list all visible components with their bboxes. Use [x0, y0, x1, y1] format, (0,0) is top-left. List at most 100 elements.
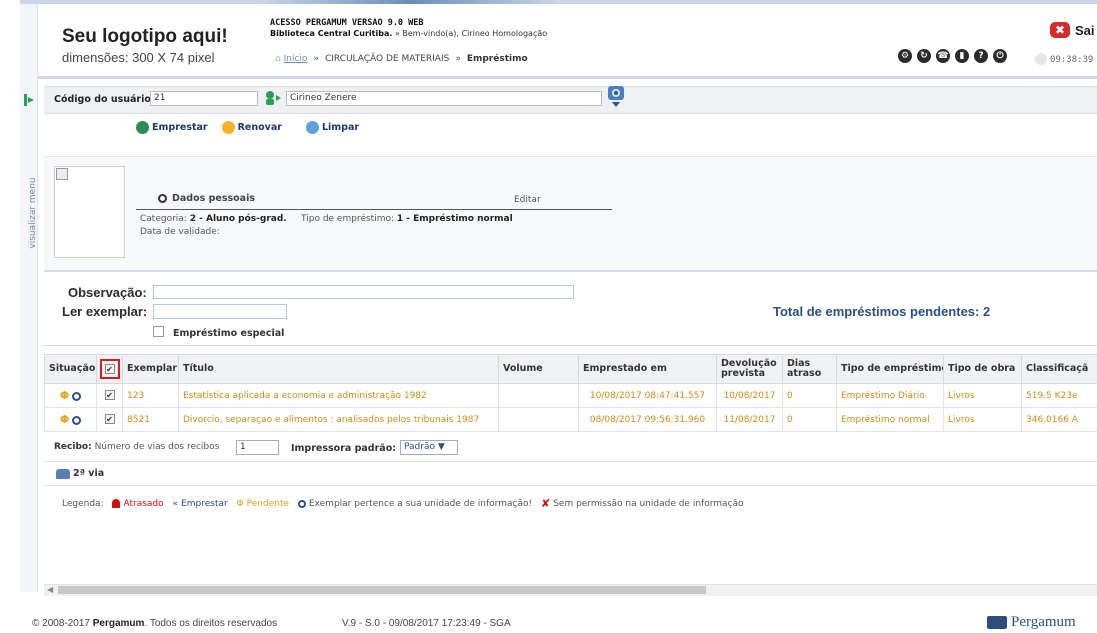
tipo-emprestimo-cell: Empréstimo normal — [836, 407, 944, 432]
limpar-label: Limpar — [321, 122, 360, 133]
scroll-left-icon[interactable]: ◀ — [47, 585, 53, 594]
phone-icon[interactable]: ☎ — [936, 49, 950, 63]
vias-label: Número de vias dos recibos — [94, 442, 220, 452]
breadcrumb-separator: » — [313, 54, 319, 64]
library-name: Biblioteca Central Curitiba. — [270, 29, 393, 38]
emprestar-label: Emprestar — [152, 122, 208, 133]
dados-pessoais-label: Dados pessoais — [172, 193, 255, 204]
tipo-emprestimo-cell: Empréstimo Diário — [836, 383, 944, 408]
broken-image-icon — [56, 168, 68, 180]
home-icon: ⌂ — [275, 54, 281, 64]
breadcrumb-home-link[interactable]: Início — [284, 54, 308, 64]
col-tipo-emprestimo: Tipo de empréstimo — [836, 354, 944, 384]
logo-title: Seu logotipo aqui! — [62, 26, 228, 47]
scrollbar-thumb[interactable] — [58, 586, 706, 594]
col-devolucao: Devolução prevista — [716, 354, 783, 384]
loan-table: Situação ✔ Exemplar Título Volume Empres… — [44, 354, 1097, 432]
tipo-obra-cell: Livros — [943, 407, 1022, 432]
vias-input[interactable]: 1 — [236, 440, 279, 455]
categoria-line: Categoria: 2 - Aluno pós-grad. Tipo de e… — [140, 214, 513, 224]
col-dias-atraso: Dias atraso — [782, 354, 837, 384]
copyright-post: . Todos os direitos reservados — [144, 618, 278, 629]
section-divider — [44, 345, 1097, 346]
legend-sem-permissao: Sem permissão na unidade de informação — [553, 498, 744, 509]
system-title: ACESSO PERGAMUM VERSAO 9.0 WEB — [270, 18, 424, 28]
legend-atrasado: Atrasado — [123, 498, 164, 509]
user-code-input[interactable]: 21 — [150, 91, 258, 106]
classificacao-cell: 346.0166 A — [1021, 407, 1097, 432]
book-icon[interactable]: ▮ — [955, 49, 969, 63]
settings-icon[interactable]: ⚙ — [898, 49, 912, 63]
titulo-cell[interactable]: Estatística aplicada a economia e admini… — [178, 383, 499, 408]
lend-arrow-icon: « — [172, 498, 179, 509]
dias-cell: 0 — [782, 383, 837, 408]
expand-menu-icon[interactable] — [24, 94, 34, 106]
receipt-divider — [44, 461, 1097, 462]
exit-label: Sai — [1075, 22, 1095, 38]
impressora-select[interactable]: Padrão ▼ — [400, 440, 458, 455]
breadcrumb: ⌂ Início » CIRCULAÇÃO DE MATERIAIS » Emprést… — [275, 54, 528, 64]
pergamum-logo-icon — [987, 616, 1007, 629]
emprestimo-especial-checkbox[interactable] — [153, 326, 164, 337]
side-menu-label: visualizar menu — [28, 177, 38, 249]
user-name-field: Cirineo Zenere — [286, 91, 602, 106]
logout-icon[interactable]: ⏻ — [993, 49, 1007, 63]
situacao-cell: Φ — [44, 383, 97, 408]
user-search-icon[interactable] — [264, 90, 282, 106]
welcome-text: » Bem-vindo(a), Cirineo Homologação — [392, 29, 548, 38]
recibo-line: Recibo: Número de vias dos recibos — [54, 442, 219, 452]
devolucao-cell: 10/08/2017 — [716, 383, 783, 408]
emprestar-button[interactable]: Emprestar — [136, 121, 208, 134]
titulo-cell[interactable]: Divorcio, separaçao e alimentos : analis… — [178, 407, 499, 432]
clock-icon — [1035, 53, 1047, 65]
legend-pendente: Pendente — [246, 498, 290, 509]
volume-cell — [498, 383, 579, 408]
col-titulo: Título — [178, 354, 499, 384]
segunda-via-button[interactable]: 2ª via — [56, 468, 104, 479]
breadcrumb-section: CIRCULAÇÃO DE MATERIAIS — [324, 54, 450, 64]
pending-icon: Φ — [59, 389, 70, 402]
select-all-checkbox[interactable]: ✔ — [99, 358, 120, 379]
reprint-icon — [56, 468, 70, 479]
renovar-label: Renovar — [237, 122, 282, 133]
table-row[interactable]: Φ ✔ 8521 Divorcio, separaçao e alimentos… — [44, 407, 1097, 432]
legend-emprestar: Emprestar — [181, 498, 228, 509]
refresh-icon[interactable]: ↻ — [917, 49, 931, 63]
tipo-emprestimo-label: Tipo de empréstimo: — [301, 214, 395, 224]
col-select-all: ✔ — [96, 354, 123, 384]
help-icon[interactable]: ? — [974, 49, 988, 63]
row-checkbox[interactable]: ✔ — [104, 414, 115, 424]
data-validade-label: Data de validade: — [140, 227, 220, 237]
toolbar-icons: ⚙ ↻ ☎ ▮ ? ⏻ — [898, 49, 1007, 63]
user-code-label: Código do usuário: — [54, 94, 155, 105]
clock: 09:38:39 — [1050, 55, 1094, 65]
col-tipo-obra: Tipo de obra — [943, 354, 1022, 384]
own-unit-icon — [72, 392, 82, 401]
close-icon: ✖ — [1050, 22, 1070, 38]
limpar-button[interactable]: Limpar — [305, 121, 360, 134]
dados-pessoais-radio[interactable] — [158, 194, 167, 203]
exit-button[interactable]: ✖ Sai — [1050, 22, 1095, 38]
renovar-button[interactable]: Renovar — [221, 121, 282, 134]
emprestimo-especial-label: Empréstimo especial — [173, 328, 285, 339]
clear-icon — [305, 121, 319, 134]
edit-link[interactable]: Editar — [514, 195, 541, 205]
exemplar-cell: 123 — [122, 383, 179, 408]
legend-label: Legenda: — [62, 498, 104, 509]
side-menu-toggle[interactable]: visualizar menu — [22, 172, 38, 262]
legend-divider — [44, 485, 1097, 486]
observacao-input[interactable] — [153, 285, 574, 299]
camera-icon[interactable] — [608, 86, 624, 108]
row-checkbox[interactable]: ✔ — [104, 390, 115, 400]
footer-brand: Pergamum — [92, 618, 145, 629]
legend: Legenda: Atrasado « Emprestar Φ Pendente… — [62, 497, 744, 510]
ler-exemplar-input[interactable] — [153, 304, 287, 319]
table-row[interactable]: Φ ✔ 123 Estatística aplicada a economia … — [44, 383, 1097, 408]
situacao-cell: Φ — [44, 407, 97, 432]
col-emprestado-em: Emprestado em — [578, 354, 717, 384]
logo-subtitle: dimensões: 300 X 74 pixel — [62, 50, 215, 65]
classificacao-cell: 519.5 K23e — [1021, 383, 1097, 408]
ler-exemplar-label: Ler exemplar: — [62, 304, 148, 319]
impressora-label: Impressora padrão: — [291, 443, 397, 454]
pending-legend-icon: Φ — [236, 498, 244, 509]
